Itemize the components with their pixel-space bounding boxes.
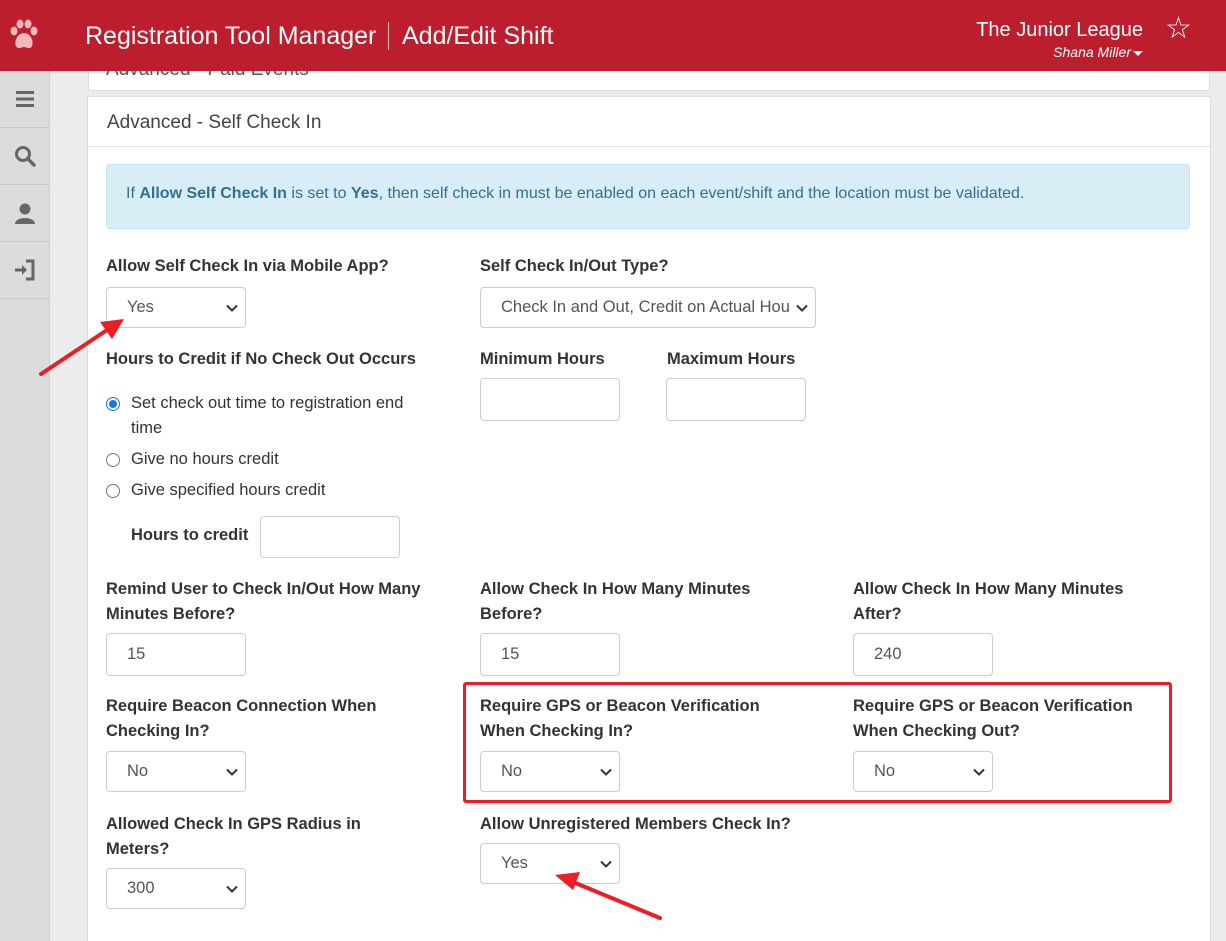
user-menu[interactable]: Shana Miller: [1053, 44, 1143, 60]
alert-term-allow-self-check-in: Allow Self Check In: [139, 185, 287, 202]
sign-in-icon: [14, 259, 34, 281]
beacon-select[interactable]: No: [106, 751, 246, 792]
chevron-down-icon: [599, 857, 613, 871]
user-name: Shana Miller: [1053, 44, 1131, 60]
alert-text-prefix: If: [126, 185, 140, 202]
menu-icon: [15, 91, 34, 107]
previous-panel: Advanced - Paid Events: [88, 71, 1210, 91]
hours-credit-label: Hours to Credit if No Check Out Occurs: [106, 350, 416, 368]
chevron-down-icon: [225, 765, 239, 779]
remind-label: Remind User to Check In/Out How Many Minu…: [106, 577, 420, 627]
radius-value: 300: [127, 879, 155, 897]
radius-select[interactable]: 300: [106, 868, 246, 909]
alert-text-suffix: , then self check in must be enabled on …: [378, 185, 1025, 202]
check-type-value: Check In and Out, Credit on Actual Hours: [501, 298, 804, 316]
allow-after-label: Allow Check In How Many Minutes After?: [853, 577, 1123, 627]
annotation-arrow-icon: [39, 319, 124, 376]
chevron-down-icon: [225, 882, 239, 896]
allow-after-input[interactable]: 240: [853, 633, 993, 676]
sidebar-item-search[interactable]: [0, 128, 49, 185]
remind-input[interactable]: 15: [106, 633, 246, 676]
radius-label: Allowed Check In GPS Radius in Meters?: [106, 812, 361, 862]
panel-title: Advanced - Self Check In: [107, 112, 322, 133]
org-name: The Junior League: [976, 19, 1143, 41]
sidebar-item-sign-in[interactable]: [0, 242, 49, 299]
hours-to-credit-input[interactable]: [260, 516, 400, 558]
annotation-arrow-icon: [555, 872, 662, 920]
caret-down-icon: [1133, 50, 1143, 56]
left-sidebar: [0, 71, 50, 941]
allow-before-input[interactable]: 15: [480, 633, 620, 676]
info-alert: If Allow Self Check In is set to Yes, th…: [106, 164, 1190, 229]
chevron-down-icon: [225, 301, 239, 315]
top-header: Registration Tool Manager Add/Edit Shift…: [0, 0, 1226, 71]
page-title: Add/Edit Shift: [402, 22, 554, 50]
remind-label-line1: Remind User to Check In/Out How Many: [106, 580, 421, 598]
beacon-label: Require Beacon Connection When Checking I…: [106, 694, 376, 744]
search-icon: [14, 146, 36, 167]
panel-heading[interactable]: Advanced - Self Check In: [88, 97, 1210, 147]
beacon-label-line2: Checking In?: [106, 722, 210, 740]
radio-button[interactable]: [106, 453, 120, 467]
alert-term-yes: Yes: [350, 185, 379, 202]
radio-label-line1: Set check out time to registration end: [131, 394, 404, 412]
radio-button-selected[interactable]: [106, 397, 120, 411]
max-hours-label: Maximum Hours: [667, 350, 796, 368]
radius-label-line1: Allowed Check In GPS Radius in: [106, 815, 361, 833]
unregistered-label: Allow Unregistered Members Check In?: [480, 815, 791, 833]
unregistered-value: Yes: [501, 854, 528, 872]
alert-text-middle: is set to: [286, 185, 351, 202]
star-icon[interactable]: ☆: [1165, 14, 1192, 44]
radio-set-checkout-end[interactable]: Set check out time to registration end ti…: [106, 391, 403, 441]
highlight-box: [463, 682, 1172, 803]
allow-before-label: Allow Check In How Many Minutes Before?: [480, 577, 750, 627]
user-icon: [14, 203, 35, 224]
allow-before-label-line2: Before?: [480, 605, 543, 623]
max-hours-input[interactable]: [666, 378, 806, 421]
radio-label: Set check out time to registration end ti…: [131, 391, 403, 441]
beacon-value: No: [127, 762, 149, 780]
radio-label: Give no hours credit: [131, 450, 279, 468]
radio-specified-hours[interactable]: Give specified hours credit: [106, 478, 325, 503]
radius-label-line2: Meters?: [106, 840, 170, 858]
app-title: Registration Tool Manager: [85, 22, 377, 50]
check-type-label: Self Check In/Out Type?: [480, 257, 669, 275]
chevron-down-icon: [789, 301, 815, 315]
radio-label-line2: time: [131, 419, 163, 437]
hours-to-credit-label: Hours to credit: [131, 526, 249, 544]
min-hours-label: Minimum Hours: [480, 350, 605, 368]
allow-after-label-line1: Allow Check In How Many Minutes: [853, 580, 1124, 598]
check-type-select[interactable]: Check In and Out, Credit on Actual Hours: [480, 287, 816, 328]
radio-button[interactable]: [106, 484, 120, 498]
radio-no-hours[interactable]: Give no hours credit: [106, 447, 279, 472]
allow-before-label-line1: Allow Check In How Many Minutes: [480, 580, 751, 598]
radio-label: Give specified hours credit: [131, 481, 326, 499]
beacon-label-line1: Require Beacon Connection When: [106, 697, 377, 715]
sidebar-item-menu[interactable]: [0, 71, 49, 128]
paw-logo-icon[interactable]: [8, 18, 40, 54]
sidebar-item-user[interactable]: [0, 185, 49, 242]
remind-label-line2: Minutes Before?: [106, 605, 236, 623]
previous-panel-title: Advanced - Paid Events: [106, 71, 309, 81]
min-hours-input[interactable]: [480, 378, 620, 421]
title-divider: [388, 22, 389, 50]
allow-after-label-line2: After?: [853, 605, 902, 623]
allow-mobile-label: Allow Self Check In via Mobile App?: [106, 257, 389, 275]
